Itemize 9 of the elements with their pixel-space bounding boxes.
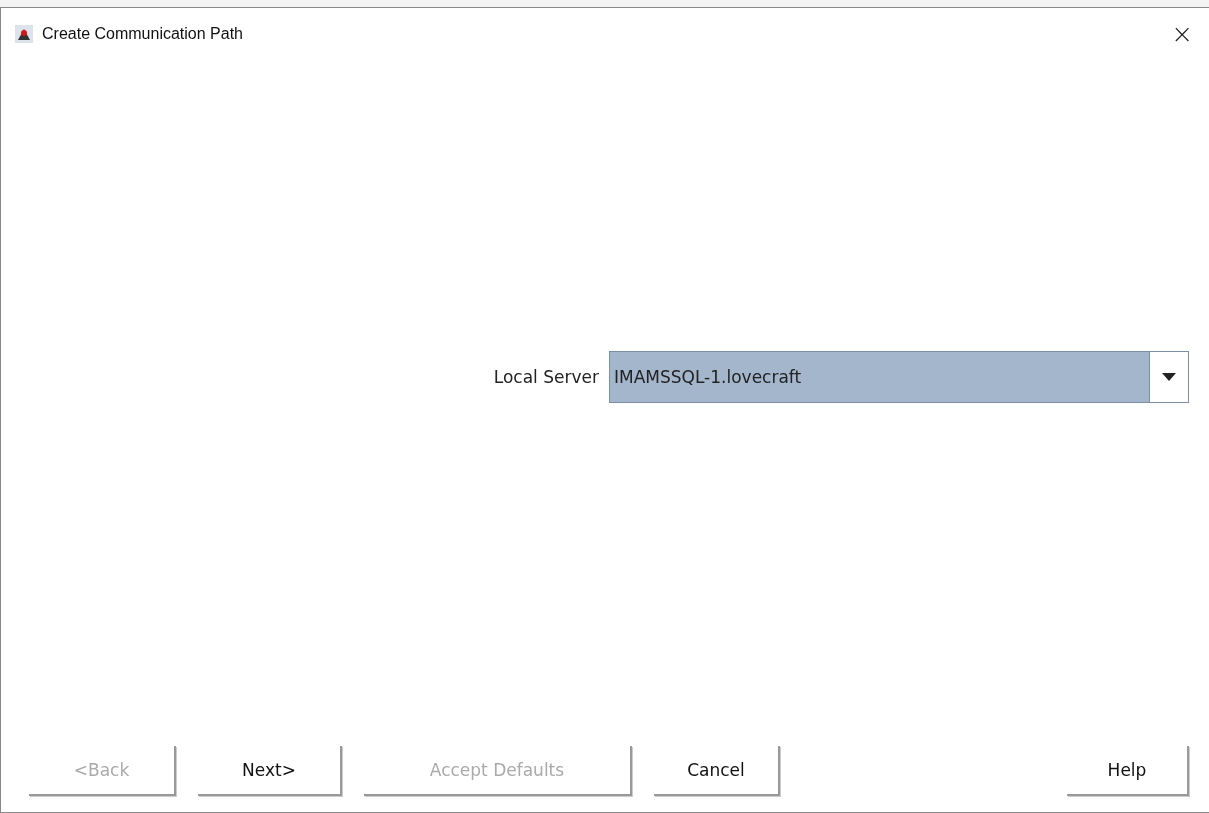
field-label: Local Server [493, 367, 599, 387]
dialog-button[interactable]: Cancel [654, 746, 780, 796]
server-dropdown[interactable]: IMAMSSQL-1.lovecraft [609, 351, 1189, 403]
dropdown-arrow-icon [1162, 373, 1176, 381]
close-button[interactable]: × [1165, 19, 1199, 49]
dialog-button[interactable]: Help [1067, 746, 1189, 796]
window-title: Create Communication Path [42, 25, 244, 43]
app-icon [14, 24, 34, 44]
dialog-button[interactable]: Next> [198, 746, 342, 796]
